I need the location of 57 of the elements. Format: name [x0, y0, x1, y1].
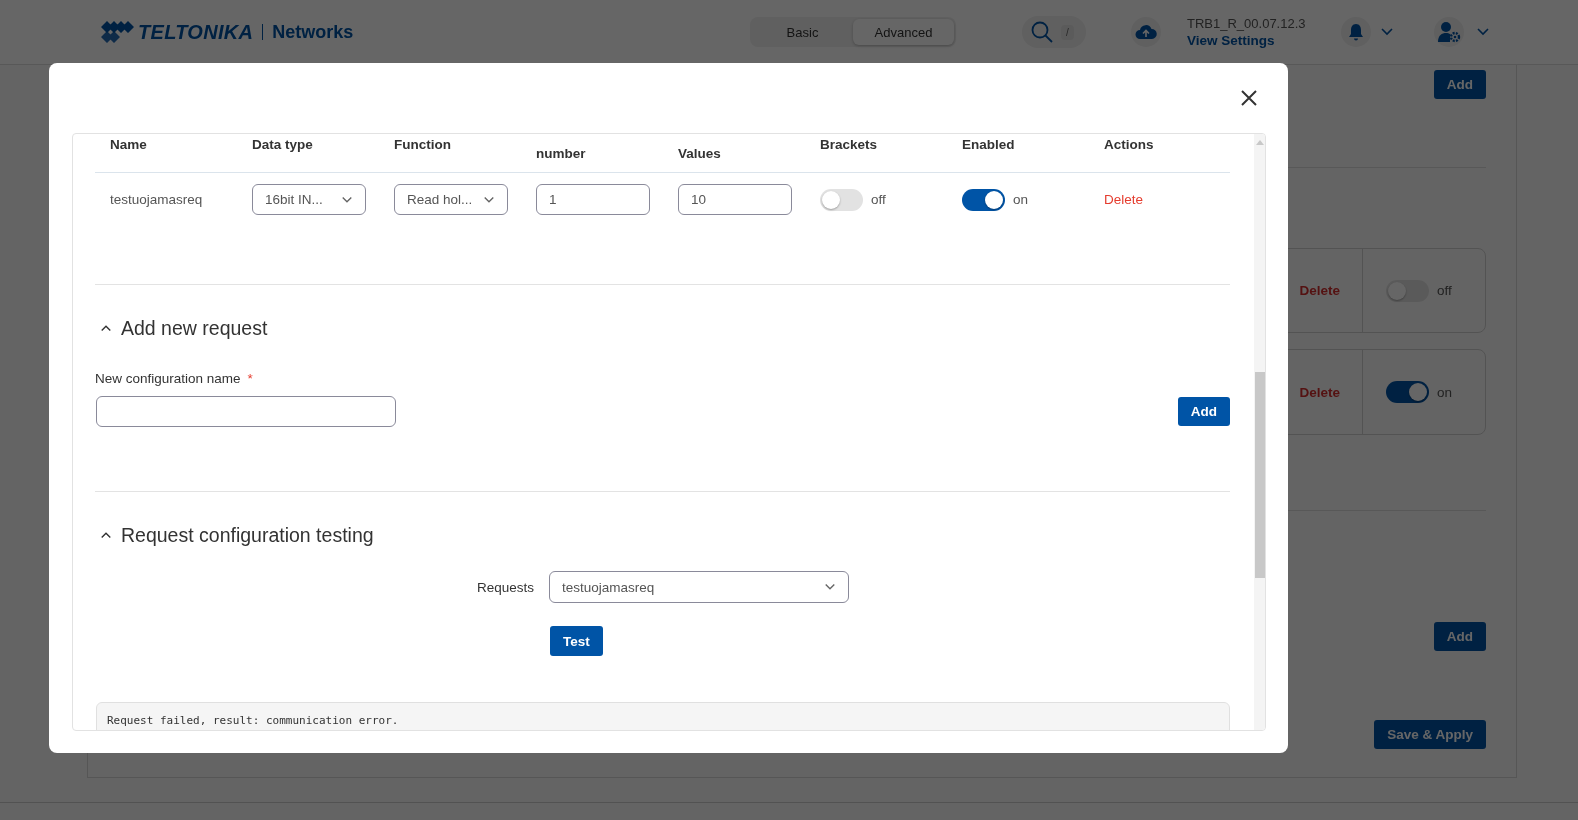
delete-link[interactable]: Delete: [1104, 192, 1144, 207]
product-name: Networks: [272, 21, 354, 43]
section-title: Request configuration testing: [121, 523, 374, 547]
column-header: Values: [678, 145, 722, 163]
column-header: number: [536, 145, 587, 163]
mode-tab[interactable]: Advanced: [853, 19, 954, 45]
column-header: Brackets: [820, 136, 879, 154]
search-icon: [1031, 21, 1053, 43]
toggle-switch[interactable]: [1386, 279, 1429, 302]
toggle-label: off: [1437, 283, 1452, 298]
field-label: New configuration name: [95, 370, 241, 387]
section-title: Add new request: [121, 316, 268, 340]
column-header: Name: [110, 136, 148, 154]
table-cell-text: testuojamasreq: [110, 191, 204, 209]
column-header: Data type: [252, 136, 314, 154]
notifications-button[interactable]: [1341, 17, 1371, 47]
add-button[interactable]: Add: [1177, 397, 1230, 426]
scroll-up-icon[interactable]: [1255, 139, 1264, 145]
data-type-dropdown[interactable]: 16bit IN...: [252, 184, 366, 215]
delete-link[interactable]: Delete: [1299, 384, 1340, 400]
requests-dropdown[interactable]: testuojamasreq: [549, 571, 849, 603]
add-button[interactable]: Add: [1433, 70, 1486, 99]
input-field[interactable]: 1: [536, 184, 650, 215]
required-mark: *: [247, 370, 253, 387]
toggle-switch[interactable]: [820, 188, 863, 211]
search-button[interactable]: /: [1022, 16, 1086, 48]
bell-icon: [1348, 23, 1364, 41]
user-gear-icon: [1437, 21, 1461, 43]
toggle-switch[interactable]: [1386, 381, 1429, 403]
delete-link[interactable]: Delete: [1299, 283, 1340, 298]
brand-logo-text: TELTONIKA: [138, 20, 254, 44]
user-settings-button[interactable]: [1434, 17, 1464, 47]
input-field[interactable]: 10: [678, 184, 792, 215]
shortcut-key: /: [1061, 24, 1074, 40]
logo-icon: [100, 19, 136, 45]
scrollbar[interactable]: [1254, 134, 1265, 730]
close-icon: [1241, 90, 1257, 106]
result-output: Request failed, result: communication error.: [96, 702, 1230, 730]
cloud-upload-button[interactable]: [1131, 17, 1161, 47]
cloud-upload-icon: [1135, 24, 1157, 40]
add-button[interactable]: Add: [1433, 622, 1486, 651]
close-button[interactable]: [1239, 88, 1259, 108]
toggle-label: on: [1013, 192, 1029, 207]
test-button[interactable]: Test: [550, 626, 603, 656]
save-apply-button[interactable]: Save & Apply: [1374, 720, 1486, 749]
input-field[interactable]: [96, 396, 396, 427]
column-header: Function: [394, 136, 452, 154]
toggle-label: on: [1437, 384, 1453, 400]
column-header: Actions: [1104, 136, 1155, 154]
function-dropdown[interactable]: Read hol...: [394, 184, 508, 215]
column-header: Enabled: [962, 136, 1016, 154]
firmware-version: TRB1_R_00.07.12.3: [1187, 15, 1307, 32]
field-label: Requests: [475, 579, 534, 595]
toggle-label: off: [871, 192, 886, 207]
mode-tab[interactable]: Basic: [752, 19, 853, 45]
toggle-switch[interactable]: [962, 188, 1005, 211]
view-settings-link[interactable]: View Settings: [1187, 32, 1341, 49]
